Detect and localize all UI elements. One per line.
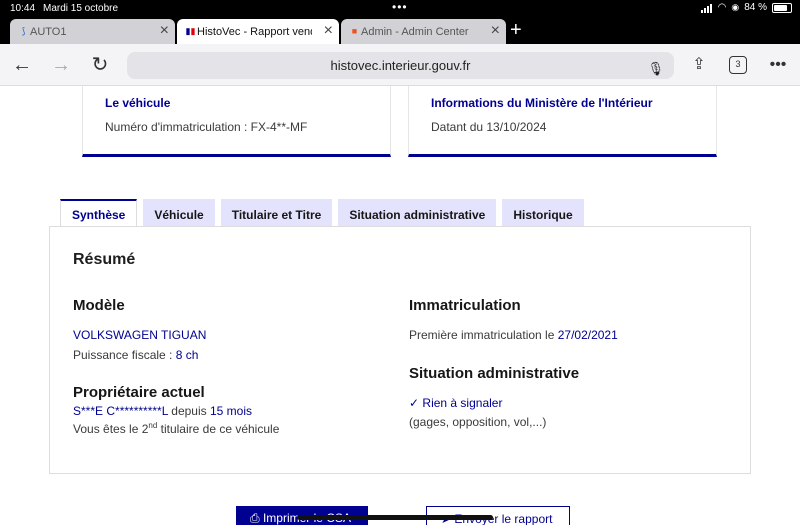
registration-heading: Immatriculation	[409, 297, 521, 314]
battery-percent: 84 %	[744, 2, 767, 13]
vehicle-card-title: Le véhicule	[105, 96, 171, 110]
browser-toolbar: ← → ↻ histovec.interieur.gouv.fr 🎙 ⇪ 3 •…	[0, 44, 800, 86]
ministry-card-text: Datant du 13/10/2024	[431, 120, 547, 134]
fiscal-power-value: 8 ch	[175, 348, 199, 362]
page-content: Le véhicule Numéro d'immatriculation : F…	[0, 86, 800, 525]
report-tabs: Synthèse Véhicule Titulaire et Titre Sit…	[60, 199, 584, 228]
microphone-icon[interactable]: 🎙	[647, 55, 664, 82]
admin-status-text: Rien à signaler	[422, 396, 503, 410]
fiscal-power-label: Puissance fiscale :	[73, 348, 176, 362]
close-tab-icon[interactable]: ×	[491, 22, 500, 40]
browser-tab-label: HistoVec - Rapport vende	[197, 25, 312, 38]
tab-titulaire[interactable]: Titulaire et Titre	[220, 199, 333, 227]
owner-heading: Propriétaire actuel	[73, 384, 205, 401]
status-bar: 10:44 Mardi 15 octobre ••• ◠ ◉ 84 %	[0, 0, 800, 17]
owner-since-value: 15 mois	[209, 404, 253, 418]
browser-tab-admin[interactable]: ■ Admin - Admin Center ×	[341, 19, 506, 44]
location-icon: ◉	[731, 2, 740, 12]
vehicle-card: Le véhicule Numéro d'immatriculation : F…	[82, 86, 391, 157]
tab-count-button[interactable]: 3	[729, 56, 747, 74]
owner-line: S***E C**********L depuis 15 mois	[73, 404, 252, 418]
multitasking-dots-icon[interactable]: •••	[392, 0, 408, 14]
battery-icon	[772, 2, 792, 13]
home-indicator[interactable]	[297, 515, 493, 520]
vehicle-card-text: Numéro d'immatriculation : FX-4**-MF	[105, 120, 308, 134]
forward-arrow-icon[interactable]: →	[48, 52, 74, 78]
cellular-signal-icon	[700, 2, 713, 13]
share-icon[interactable]: ⇪	[686, 52, 712, 78]
browser-tab-label: Admin - Admin Center	[361, 25, 469, 38]
summary-title: Résumé	[73, 251, 136, 268]
owner-since-label: depuis	[167, 404, 210, 418]
owner-name: S***E C**********L	[73, 404, 168, 418]
tab-vehicule[interactable]: Véhicule	[143, 199, 215, 227]
ministry-card: Informations du Ministère de l'Intérieur…	[408, 86, 717, 157]
reload-icon[interactable]: ↻	[87, 52, 113, 78]
printer-icon: ⎙	[250, 511, 260, 525]
browser-tab-strip: ⟆ AUTO1 × ▮▮ HistoVec - Rapport vende × …	[0, 17, 800, 44]
browser-tab-auto1[interactable]: ⟆ AUTO1 ×	[10, 19, 175, 44]
browser-tab-label: AUTO1	[30, 25, 67, 38]
model-heading: Modèle	[73, 297, 125, 314]
new-tab-plus-icon[interactable]: +	[510, 19, 522, 42]
url-text: histovec.interieur.gouv.fr	[330, 58, 471, 73]
checkmark-icon: ✓	[409, 396, 420, 410]
status-date: Mardi 15 octobre	[43, 3, 119, 14]
owner-rank-text: Vous êtes le 2	[73, 422, 149, 436]
browser-tab-histovec[interactable]: ▮▮ HistoVec - Rapport vende ×	[177, 19, 339, 44]
tab-synthese[interactable]: Synthèse	[60, 199, 138, 228]
registration-line: Première immatriculation le 27/02/2021	[409, 328, 618, 342]
close-tab-icon[interactable]: ×	[324, 22, 333, 40]
model-value: VOLKSWAGEN TIGUAN	[73, 328, 207, 342]
owner-rank: Vous êtes le 2nd titulaire de ce véhicul…	[73, 421, 279, 436]
more-options-icon[interactable]: •••	[765, 52, 791, 78]
registration-label: Première immatriculation le	[409, 328, 558, 342]
ministry-card-title: Informations du Ministère de l'Intérieur	[431, 96, 653, 110]
status-time: 10:44	[10, 3, 36, 14]
address-bar[interactable]: histovec.interieur.gouv.fr 🎙	[127, 52, 674, 79]
auto1-favicon-icon: ⟆	[21, 26, 26, 36]
tab-situation[interactable]: Situation administrative	[338, 199, 497, 227]
admin-status: ✓ Rien à signaler	[409, 396, 502, 410]
registration-date: 27/02/2021	[557, 328, 618, 342]
back-arrow-icon[interactable]: ←	[9, 52, 35, 78]
summary-panel: Résumé Modèle VOLKSWAGEN TIGUAN Puissanc…	[49, 226, 751, 474]
french-flag-favicon-icon: ▮▮	[185, 26, 196, 36]
microsoft-favicon-icon: ■	[351, 26, 358, 36]
tab-historique[interactable]: Historique	[502, 199, 584, 227]
admin-heading: Situation administrative	[409, 365, 580, 382]
fiscal-power: Puissance fiscale : 8 ch	[73, 348, 198, 362]
owner-rank-sup: nd	[148, 421, 158, 430]
admin-note: (gages, opposition, vol,...)	[409, 415, 547, 429]
wifi-icon: ◠	[717, 2, 727, 13]
close-tab-icon[interactable]: ×	[160, 22, 169, 40]
owner-rank-after: titulaire de ce véhicule	[157, 422, 280, 436]
